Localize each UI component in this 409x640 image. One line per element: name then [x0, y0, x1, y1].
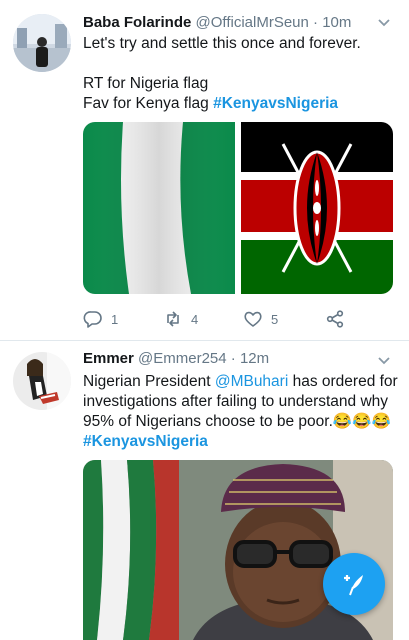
handle[interactable]: @OfficialMrSeun — [196, 14, 309, 31]
tweet-text: Nigerian President @MBuhari has ordered … — [83, 372, 398, 452]
tweet-text-line: RT for Nigeria flag — [83, 75, 209, 92]
avatar[interactable] — [13, 352, 71, 410]
tweet-media[interactable] — [83, 122, 393, 294]
kenya-flag-image — [241, 122, 393, 294]
tweet-text-line: Nigerian President — [83, 373, 215, 390]
separator: · — [230, 350, 236, 367]
tweet-header: Baba Folarinde @OfficialMrSeun · 10m — [83, 14, 381, 31]
reply-icon — [83, 311, 102, 328]
chevron-down-icon[interactable] — [377, 354, 391, 368]
reply-count: 1 — [111, 311, 119, 327]
tweet[interactable]: Baba Folarinde @OfficialMrSeun · 10m Let… — [0, 0, 409, 341]
retweet-icon — [167, 311, 179, 327]
retweet-count: 4 — [191, 311, 199, 327]
like-button[interactable]: 5 — [243, 307, 278, 331]
heart-icon — [244, 311, 262, 327]
reply-button[interactable]: 1 — [83, 307, 118, 331]
compose-tweet-button[interactable] — [323, 553, 385, 615]
display-name[interactable]: Emmer — [83, 350, 134, 367]
tweet-text-line: 95% of Nigerians choose to be poor.😂😂😂 — [83, 413, 391, 430]
timestamp[interactable]: 10m — [322, 14, 351, 31]
chevron-down-icon[interactable] — [377, 16, 391, 30]
compose-tweet-icon — [344, 575, 363, 596]
share-icon — [326, 310, 344, 328]
nigeria-flag-image — [83, 122, 235, 294]
tweet-text-line: has ordered for — [288, 373, 398, 390]
avatar[interactable] — [13, 14, 71, 72]
mention-link[interactable]: @MBuhari — [215, 373, 288, 390]
like-count: 5 — [271, 311, 279, 327]
tweet-header: Emmer @Emmer254 · 12m — [83, 350, 381, 367]
tweet-text-line: Let's try and settle this once and forev… — [83, 35, 361, 52]
tweet-text-line: Fav for Kenya flag — [83, 95, 214, 112]
hashtag-link[interactable]: #KenyavsNigeria — [83, 432, 397, 452]
timestamp[interactable]: 12m — [240, 350, 269, 367]
handle[interactable]: @Emmer254 — [138, 350, 227, 367]
retweet-button[interactable]: 4 — [163, 307, 198, 331]
share-button[interactable] — [325, 307, 345, 331]
tweet-actions: 1 4 5 — [83, 307, 403, 331]
hashtag-link[interactable]: #KenyavsNigeria — [213, 95, 338, 112]
tweet-text-line: investigations after failing to understa… — [83, 393, 389, 410]
display-name[interactable]: Baba Folarinde — [83, 14, 191, 31]
separator: · — [313, 14, 319, 31]
tweet-text: Let's try and settle this once and forev… — [83, 34, 397, 114]
